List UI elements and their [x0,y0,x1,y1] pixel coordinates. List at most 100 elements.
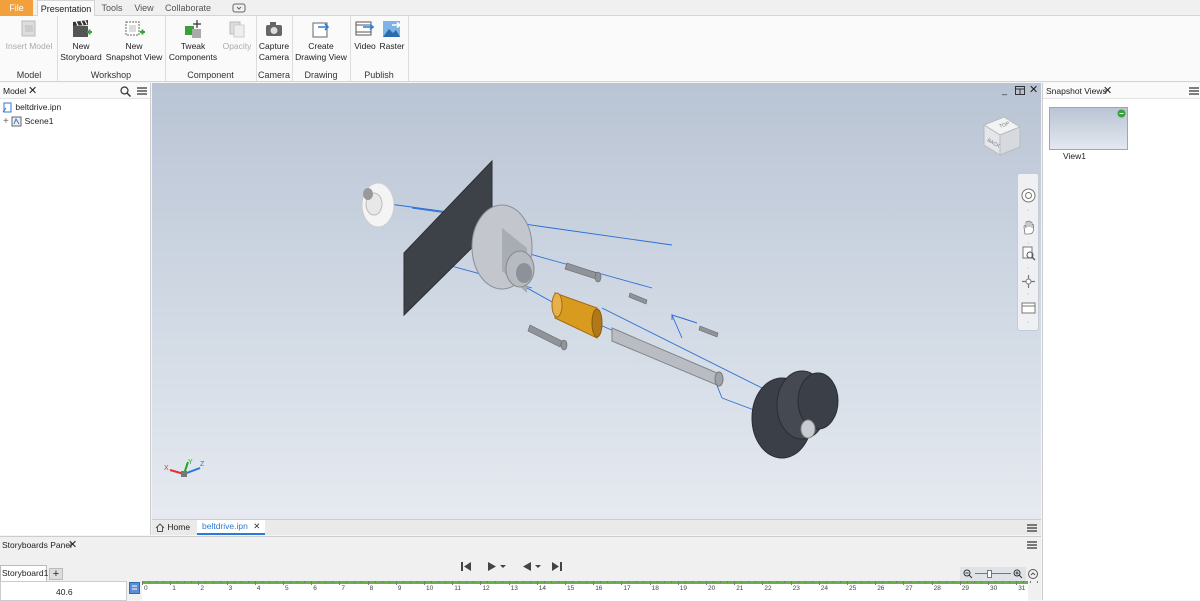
close-storyboard-panel-icon[interactable]: ✕ [68,538,77,551]
ruler-label: 23 [792,585,800,592]
ruler-tick [156,581,158,583]
ruler-tick [720,581,722,583]
model-panel: Model ✕ beltdrive.ipn + Scene1 [0,83,151,535]
ruler-tick [649,581,651,585]
snapshot-menu-icon[interactable] [1189,87,1199,95]
ruler-tick [586,581,588,583]
ruler-tick [226,581,228,585]
ruler-tick [212,581,214,583]
tab-presentation[interactable]: Presentation [37,0,95,16]
tab-tools[interactable]: Tools [99,0,125,16]
group-label-model: Model [16,70,42,80]
raster-button[interactable]: Raster [379,18,405,52]
tab-file[interactable]: File [0,0,33,16]
ruler-tick [839,581,841,583]
tab-view[interactable]: View [131,0,157,16]
tab-beltdrive[interactable]: beltdrive.ipn ✕ [197,520,265,535]
ruler-tick [325,581,327,583]
tabs-menu-icon[interactable] [1027,524,1037,532]
ruler-tick [1030,581,1032,583]
presentation-file-icon [2,102,12,113]
opacity-button[interactable]: Opacity [220,18,254,52]
video-icon [355,21,375,36]
snapshot-thumbnail-view1[interactable] [1049,107,1128,150]
video-button[interactable]: Video [352,18,378,52]
brass-bushing [551,292,603,339]
drawing-view-icon [312,22,330,38]
new-storyboard-label-1: New [72,41,90,51]
close-snapshot-panel-icon[interactable]: ✕ [1103,83,1112,99]
ruler-tick [931,581,933,585]
zoom-slider-thumb[interactable] [987,570,992,578]
scene-icon [11,116,22,127]
ruler-label: 13 [510,585,518,592]
snapshot-icon [125,21,145,36]
insert-model-label: Insert Model [5,41,53,51]
ruler-tick [543,581,545,583]
current-time-field[interactable]: 40.6 [0,581,127,601]
storyboard-panel: Storyboards Panel ✕ Storyboard1 + 40.6 0… [0,536,1041,601]
new-storyboard-button[interactable]: New Storyboard [59,18,103,63]
zoom-in-icon[interactable] [1013,569,1023,579]
add-storyboard-button[interactable]: + [49,568,63,580]
ruler-tick [1009,581,1011,583]
storyboard-menu-icon[interactable] [1027,541,1037,549]
tab-overflow-icon[interactable] [229,0,249,16]
ruler-tick [607,581,609,583]
ruler-tick [952,581,954,583]
expand-icon[interactable]: + [3,116,9,127]
ruler-label: 5 [285,585,289,592]
playhead-icon[interactable] [129,582,140,594]
timeline-zoom [960,567,1026,581]
timeline-ruler[interactable]: 0 1 2 3 4 5 6 7 8 9 10 11 12 13 14 15 16 17 18 19 20 21 22 23 24… [142,581,1039,601]
ruler-tick [600,581,602,583]
new-snapshot-view-button[interactable]: New Snapshot View [105,18,163,63]
ruler-label: 15 [567,585,575,592]
raster-label: Raster [379,41,405,51]
create-label-2: Drawing View [295,52,347,62]
ruler-tick [847,581,848,585]
close-icon[interactable]: ✕ [28,83,37,99]
ruler-label: 29 [961,585,970,592]
clapperboard-icon [73,20,92,37]
tab-collaborate[interactable]: Collaborate [163,0,213,16]
graphics-viewport[interactable]: _ ✕ TOP BACK · · · · · X Y Z [152,83,1041,519]
capture-camera-button[interactable]: Capture Camera [258,18,290,63]
ruler-tick [388,581,390,583]
ruler-tick [522,581,524,583]
ruler-tick [515,581,517,583]
go-to-end-icon[interactable] [552,562,562,571]
ruler-tick [480,581,482,585]
ruler-label: 11 [454,585,461,592]
storyboard-panel-title: Storyboards Panel [2,540,72,550]
close-tab-icon[interactable]: ✕ [253,521,260,531]
ruler-tick [445,581,447,583]
menu-icon[interactable] [137,87,147,95]
tab-storyboard1[interactable]: Storyboard1 [0,565,48,581]
ruler-tick [205,581,207,583]
ruler-label: 18 [651,585,659,592]
tree-item-file[interactable]: beltdrive.ipn [2,101,61,113]
ruler-tick [917,581,919,583]
tree-item-scene[interactable]: + Scene1 [3,115,53,128]
new-snapshot-label-1: New [125,41,143,51]
ruler-tick [409,581,411,583]
insert-model-button[interactable]: Insert Model [4,18,54,52]
ruler-tick [804,581,806,583]
ruler-label: 26 [877,585,885,592]
tweak-components-button[interactable]: Tweak Components [167,18,219,63]
capture-label-2: Camera [258,52,290,62]
ruler-tick [698,581,700,583]
ruler-label: 24 [820,585,829,592]
group-label-camera: Camera [257,70,290,80]
zoom-out-icon[interactable] [963,569,973,579]
tab-home[interactable]: Home [155,522,190,533]
search-icon[interactable] [120,86,131,97]
play-forward-icon[interactable] [488,562,508,571]
capture-label-1: Capture [258,41,290,51]
new-storyboard-label-2: Storyboard [60,52,102,62]
play-reverse-icon[interactable] [523,562,543,571]
go-to-start-icon[interactable] [461,562,471,571]
collapse-timeline-icon[interactable] [1028,569,1038,579]
create-drawing-view-button[interactable]: Create Drawing View [294,18,348,63]
